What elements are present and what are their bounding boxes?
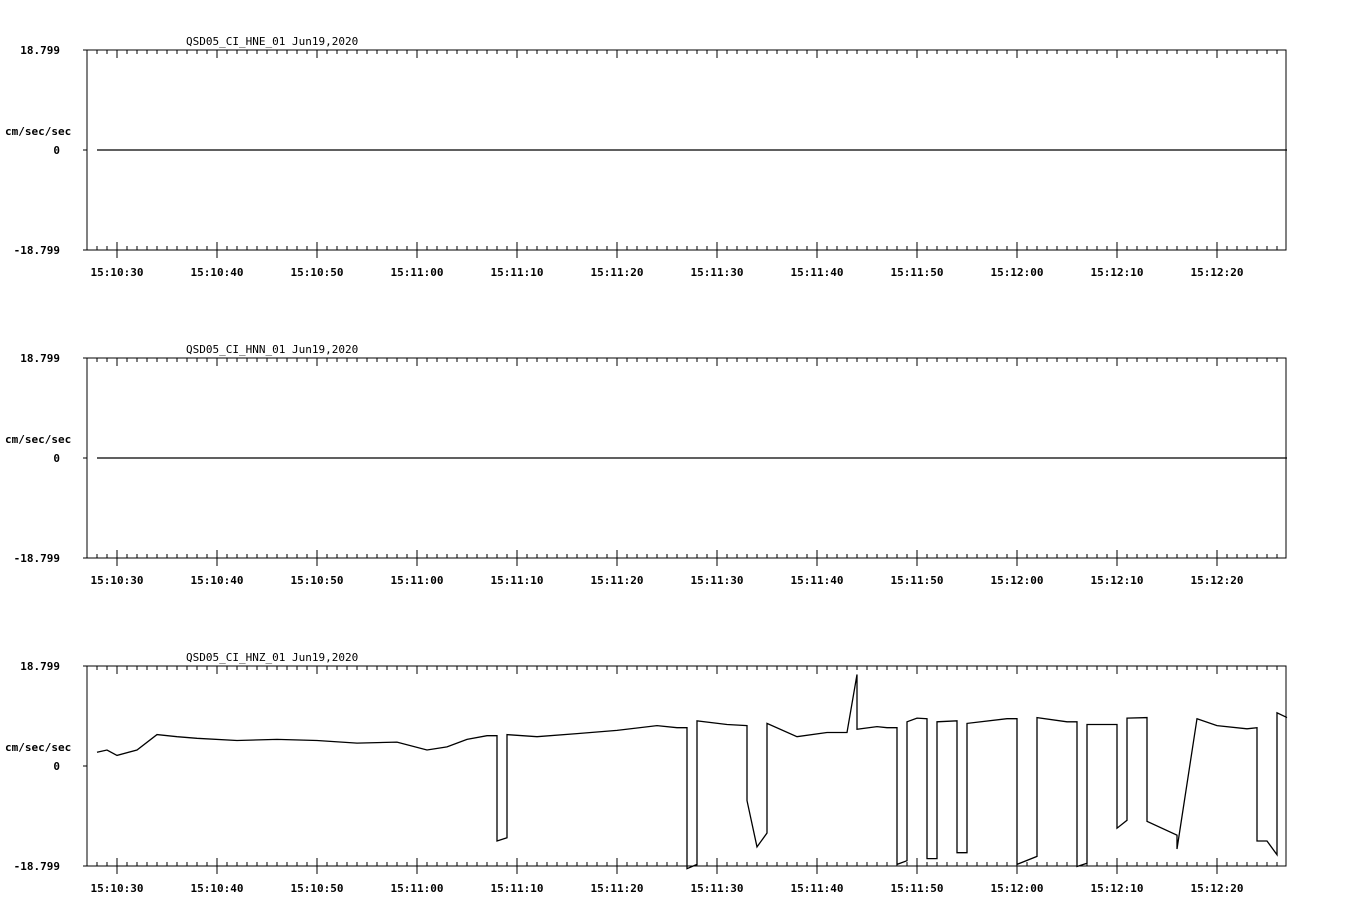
x-tick-label: 15:12:10 [1091,574,1144,587]
x-tick-label: 15:11:40 [791,266,844,279]
x-tick-label: 15:11:50 [891,882,944,895]
x-tick-label: 15:10:30 [91,574,144,587]
x-tick-label: 15:11:10 [491,882,544,895]
y-tick-label: -18.799 [14,244,60,257]
x-tick-label: 15:10:40 [191,266,244,279]
x-tick-label: 15:11:10 [491,266,544,279]
y-axis-label: cm/sec/sec [5,741,71,754]
x-tick-label: 15:10:30 [91,882,144,895]
x-tick-label: 15:11:50 [891,266,944,279]
panel-1: QSD05_CI_HNE_01 Jun19,2020 cm/sec/sec 18.7… [5,35,1287,279]
x-tick-label: 15:12:10 [1091,882,1144,895]
y-axis-label: cm/sec/sec [5,125,71,138]
x-tick-label: 15:11:20 [591,266,644,279]
x-tick-label: 15:11:30 [691,882,744,895]
panel-title: QSD05_CI_HNE_01 Jun19,2020 [186,35,358,48]
panel-title: QSD05_CI_HNN_01 Jun19,2020 [186,343,358,356]
panel-3: QSD05_CI_HNZ_01 Jun19,2020 cm/sec/sec 18.7… [5,651,1288,895]
y-tick-label: 18.799 [20,352,60,365]
y-axis-label: cm/sec/sec [5,433,71,446]
x-tick-label: 15:11:00 [391,266,444,279]
x-tick-label: 15:12:00 [991,882,1044,895]
y-tick-label: -18.799 [14,860,60,873]
x-tick-label: 15:12:00 [991,574,1044,587]
y-tick-label: 0 [53,760,60,773]
x-tick-label: 15:12:10 [1091,266,1144,279]
x-tick-label: 15:10:50 [291,882,344,895]
y-tick-label: 18.799 [20,660,60,673]
x-tick-label: 15:11:40 [791,882,844,895]
x-tick-label: 15:10:50 [291,266,344,279]
y-tick-label: 18.799 [20,44,60,57]
panel-title: QSD05_CI_HNZ_01 Jun19,2020 [186,651,358,664]
x-tick-label: 15:12:20 [1191,574,1244,587]
x-tick-label: 15:10:30 [91,266,144,279]
x-tick-label: 15:11:30 [691,574,744,587]
seismogram-figure: QSD05_CI_HNE_01 Jun19,2020 cm/sec/sec 18.7… [5,35,1288,895]
y-tick-label: 0 [53,144,60,157]
x-tick-label: 15:11:50 [891,574,944,587]
x-tick-label: 15:11:40 [791,574,844,587]
panel-2: QSD05_CI_HNN_01 Jun19,2020 cm/sec/sec 18.7… [5,343,1287,587]
x-tick-label: 15:10:40 [191,574,244,587]
x-tick-label: 15:11:20 [591,882,644,895]
x-tick-label: 15:10:40 [191,882,244,895]
x-tick-label: 15:12:20 [1191,882,1244,895]
x-tick-label: 15:11:00 [391,882,444,895]
x-tick-label: 15:11:20 [591,574,644,587]
x-tick-label: 15:12:20 [1191,266,1244,279]
x-tick-label: 15:11:30 [691,266,744,279]
y-tick-label: -18.799 [14,552,60,565]
trace-line [96,674,1288,870]
x-tick-label: 15:11:10 [491,574,544,587]
x-tick-label: 15:11:00 [391,574,444,587]
x-tick-label: 15:12:00 [991,266,1044,279]
x-tick-label: 15:10:50 [291,574,344,587]
y-tick-label: 0 [53,452,60,465]
